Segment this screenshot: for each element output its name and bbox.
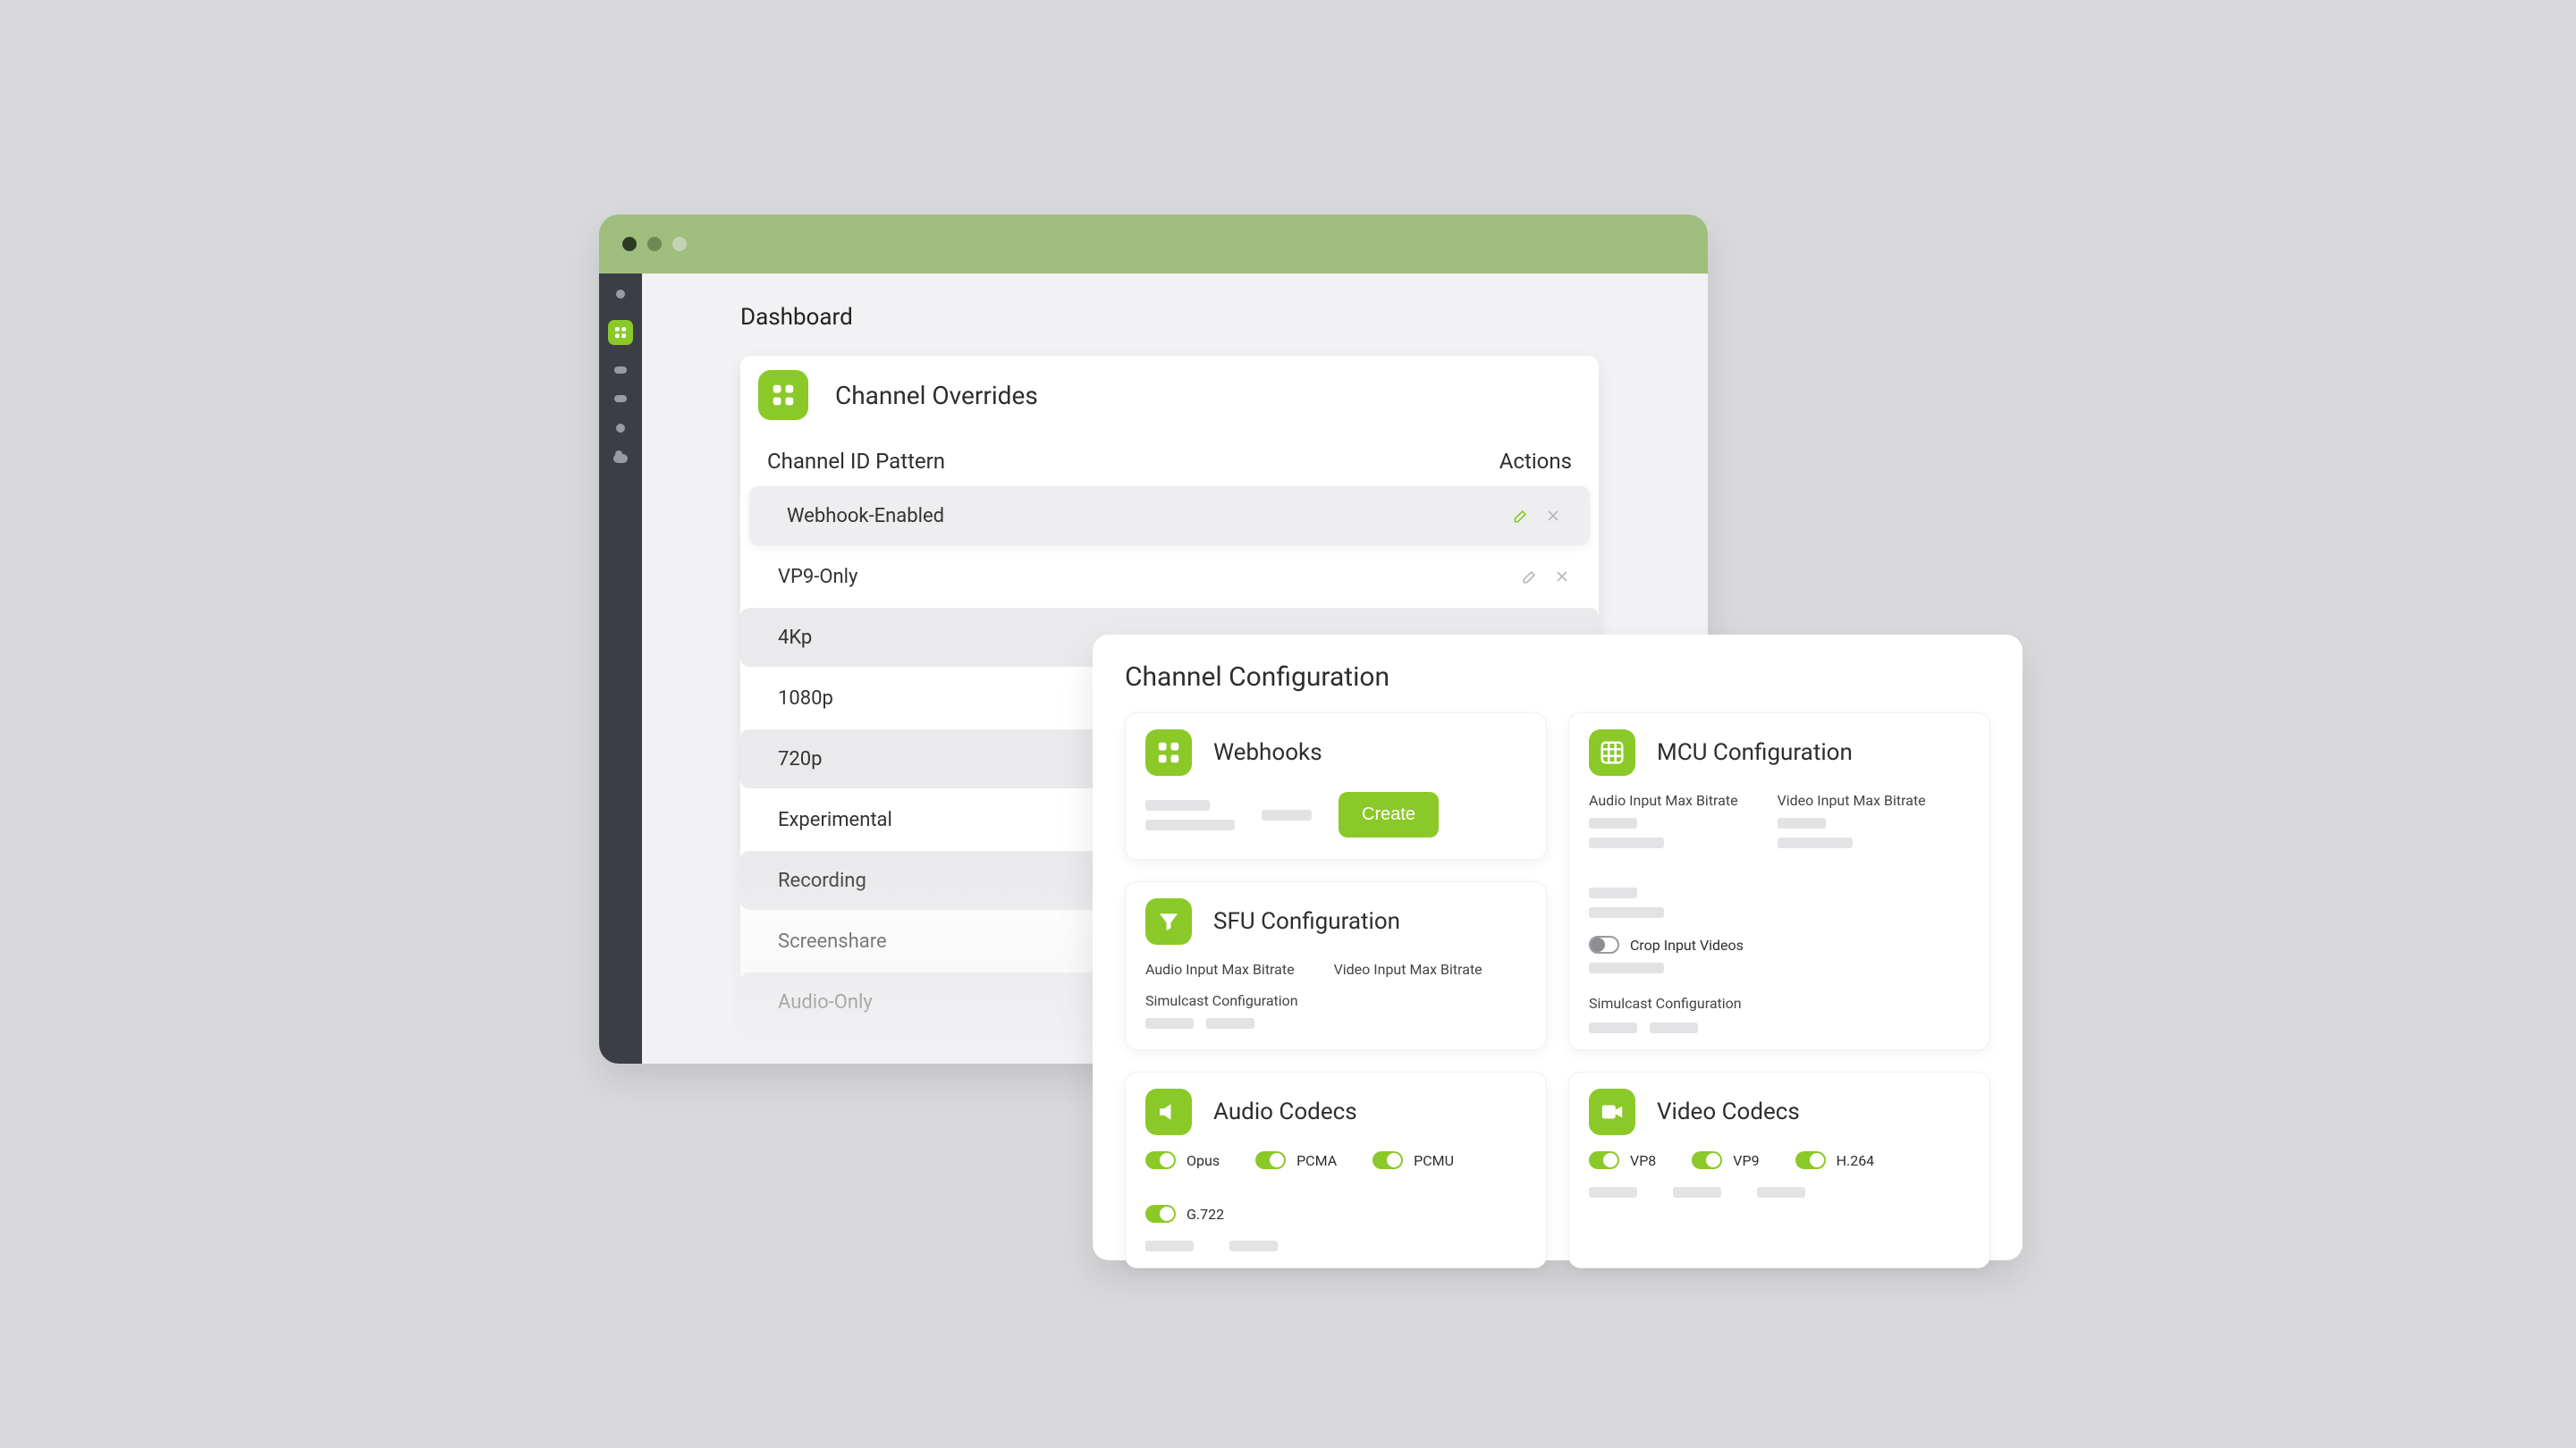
video-codec-toggle[interactable]: VP9 — [1692, 1151, 1759, 1169]
sfu-video-label: Video Input Max Bitrate — [1334, 961, 1482, 978]
video-codecs-title: Video Codecs — [1657, 1099, 1800, 1125]
video-codec-toggle[interactable]: H.264 — [1795, 1151, 1875, 1169]
audio-codec-toggle[interactable]: Opus — [1145, 1151, 1220, 1169]
toggle-switch[interactable] — [1589, 1151, 1619, 1169]
sidebar — [599, 274, 642, 1064]
toggle-label: H.264 — [1837, 1152, 1875, 1169]
sfu-simulcast-label: Simulcast Configuration — [1145, 992, 1526, 1009]
row-label: Screenshare — [778, 930, 887, 953]
window-close-dot[interactable] — [622, 237, 637, 251]
audio-codecs-card: Audio Codecs Opus PCMA PCMU G.722 — [1125, 1072, 1547, 1268]
audio-codecs-title: Audio Codecs — [1213, 1099, 1357, 1125]
toggle-label: VP9 — [1733, 1152, 1759, 1169]
webhooks-card: Webhooks Create — [1125, 712, 1547, 860]
toggle-switch[interactable] — [1692, 1151, 1722, 1169]
sidebar-item-1[interactable] — [616, 290, 625, 299]
sidebar-item-cloud[interactable] — [613, 454, 628, 463]
grid-icon — [758, 370, 808, 420]
crop-label: Crop Input Videos — [1630, 937, 1744, 954]
toggle-label: PCMA — [1296, 1152, 1337, 1169]
grid-icon — [1145, 729, 1192, 776]
toggle-switch[interactable] — [1372, 1151, 1403, 1169]
row-label: 1080p — [778, 687, 833, 710]
sidebar-item-dashboard[interactable] — [608, 320, 633, 345]
create-button[interactable]: Create — [1339, 792, 1439, 838]
crop-toggle[interactable] — [1589, 936, 1619, 954]
sidebar-item-3[interactable] — [614, 366, 627, 374]
toggle-label: VP8 — [1630, 1152, 1656, 1169]
filter-icon — [1145, 898, 1192, 945]
toggle-switch[interactable] — [1145, 1151, 1176, 1169]
popover-title: Channel Configuration — [1125, 661, 1990, 693]
channel-config-popover: Channel Configuration Webhooks Create — [1093, 635, 2023, 1260]
video-codecs-card: Video Codecs VP8 VP9 H.264 — [1568, 1072, 1990, 1268]
sidebar-item-5[interactable] — [616, 424, 625, 433]
audio-codec-toggle[interactable]: G.722 — [1145, 1205, 1224, 1223]
mcu-video-label: Video Input Max Bitrate — [1778, 792, 1926, 809]
row-label: 4Kp — [778, 627, 812, 649]
speaker-icon — [1145, 1089, 1192, 1135]
toggle-label: G.722 — [1187, 1206, 1224, 1223]
row-label: VP9-Only — [778, 566, 857, 588]
close-icon[interactable] — [1543, 506, 1563, 526]
mcu-title: MCU Configuration — [1657, 739, 1853, 766]
toggle-switch[interactable] — [1255, 1151, 1286, 1169]
mcu-simulcast-label: Simulcast Configuration — [1589, 995, 1970, 1012]
window-min-dot[interactable] — [647, 237, 662, 251]
table-row[interactable]: Webhook-Enabled — [749, 486, 1590, 545]
close-icon[interactable] — [1552, 567, 1572, 586]
row-label: Audio-Only — [778, 991, 873, 1014]
video-icon — [1589, 1089, 1635, 1135]
panel-title: Channel Overrides — [835, 381, 1038, 410]
mcu-audio-label: Audio Input Max Bitrate — [1589, 792, 1738, 809]
table-icon — [1589, 729, 1635, 776]
toggle-switch[interactable] — [1795, 1151, 1826, 1169]
row-label: Experimental — [778, 809, 892, 831]
audio-codec-toggle[interactable]: PCMA — [1255, 1151, 1337, 1169]
sfu-title: SFU Configuration — [1213, 908, 1400, 935]
sfu-audio-label: Audio Input Max Bitrate — [1145, 961, 1295, 978]
toggle-label: PCMU — [1414, 1152, 1454, 1169]
col-pattern: Channel ID Pattern — [767, 449, 945, 474]
row-label: Recording — [778, 870, 866, 892]
edit-icon[interactable] — [1520, 567, 1540, 586]
toggle-switch[interactable] — [1145, 1205, 1176, 1223]
sfu-card: SFU Configuration Audio Input Max Bitrat… — [1125, 881, 1547, 1051]
toggle-label: Opus — [1187, 1152, 1220, 1169]
table-row[interactable]: VP9-Only — [740, 547, 1599, 606]
window-max-dot[interactable] — [672, 237, 687, 251]
titlebar — [599, 215, 1708, 274]
mcu-card: MCU Configuration Audio Input Max Bitrat… — [1568, 712, 1990, 1050]
webhooks-title: Webhooks — [1213, 739, 1322, 766]
row-label: 720p — [778, 748, 822, 770]
page-title: Dashboard — [740, 304, 1645, 331]
edit-icon[interactable] — [1511, 506, 1531, 526]
row-label: Webhook-Enabled — [787, 505, 944, 527]
sidebar-item-4[interactable] — [614, 395, 627, 402]
audio-codec-toggle[interactable]: PCMU — [1372, 1151, 1454, 1169]
col-actions: Actions — [1499, 449, 1572, 474]
video-codec-toggle[interactable]: VP8 — [1589, 1151, 1656, 1169]
